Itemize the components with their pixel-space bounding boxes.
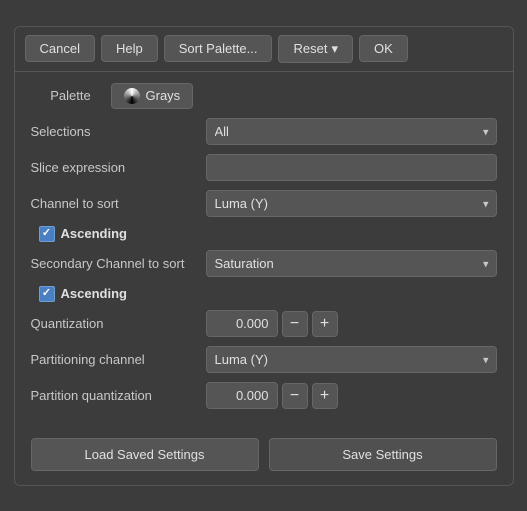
selections-select[interactable]: All None Custom bbox=[206, 118, 497, 145]
secondary-channel-label: Secondary Channel to sort bbox=[31, 256, 206, 271]
reset-label: Reset bbox=[293, 41, 327, 56]
reset-button[interactable]: Reset ▾ bbox=[278, 35, 353, 63]
ascending1-checkbox[interactable]: ✓ bbox=[39, 226, 55, 242]
partition-quantization-input[interactable] bbox=[206, 382, 278, 409]
partition-quantization-label: Partition quantization bbox=[31, 388, 206, 403]
quantization-input[interactable] bbox=[206, 310, 278, 337]
selections-select-wrap: All None Custom ▾ bbox=[206, 118, 497, 145]
toolbar: Cancel Help Sort Palette... Reset ▾ OK bbox=[15, 27, 513, 72]
ascending2-label: Ascending bbox=[61, 286, 127, 301]
quantization-label: Quantization bbox=[31, 316, 206, 331]
reset-chevron-icon: ▾ bbox=[331, 41, 338, 57]
selections-label: Selections bbox=[31, 124, 206, 139]
help-button[interactable]: Help bbox=[101, 35, 158, 62]
palette-button[interactable]: Grays bbox=[111, 83, 194, 109]
secondary-channel-select-wrap: Saturation Luma (Y) Red Green Blue Hue ▾ bbox=[206, 250, 497, 277]
ascending1-label: Ascending bbox=[61, 226, 127, 241]
footer: Load Saved Settings Save Settings bbox=[15, 428, 513, 485]
sort-palette-button[interactable]: Sort Palette... bbox=[164, 35, 273, 62]
save-settings-button[interactable]: Save Settings bbox=[269, 438, 497, 471]
ascending2-row: ✓ Ascending bbox=[39, 286, 497, 302]
form-content: Palette Grays Selections All None Custom… bbox=[15, 72, 513, 428]
partition-quantization-plus-button[interactable]: + bbox=[312, 383, 338, 409]
partitioning-channel-select[interactable]: Luma (Y) Red Green Blue Saturation Hue bbox=[206, 346, 497, 373]
ascending2-check-icon: ✓ bbox=[42, 288, 51, 299]
secondary-channel-select[interactable]: Saturation Luma (Y) Red Green Blue Hue bbox=[206, 250, 497, 277]
partitioning-channel-select-wrap: Luma (Y) Red Green Blue Saturation Hue ▾ bbox=[206, 346, 497, 373]
partition-quantization-row: Partition quantization − + bbox=[31, 382, 497, 410]
ascending1-check-icon: ✓ bbox=[42, 228, 51, 239]
palette-label: Palette bbox=[31, 88, 111, 103]
secondary-channel-row: Secondary Channel to sort Saturation Lum… bbox=[31, 250, 497, 278]
palette-value: Grays bbox=[146, 88, 181, 103]
channel-to-sort-select-wrap: Luma (Y) Red Green Blue Saturation Hue ▾ bbox=[206, 190, 497, 217]
slice-expression-input[interactable] bbox=[206, 154, 497, 181]
palette-icon bbox=[124, 88, 140, 104]
palette-row: Palette Grays bbox=[31, 82, 497, 110]
partitioning-channel-label: Partitioning channel bbox=[31, 352, 206, 367]
channel-to-sort-select[interactable]: Luma (Y) Red Green Blue Saturation Hue bbox=[206, 190, 497, 217]
quantization-plus-button[interactable]: + bbox=[312, 311, 338, 337]
quantization-row: Quantization − + bbox=[31, 310, 497, 338]
slice-expression-row: Slice expression bbox=[31, 154, 497, 182]
quantization-minus-button[interactable]: − bbox=[282, 311, 308, 337]
selections-row: Selections All None Custom ▾ bbox=[31, 118, 497, 146]
channel-to-sort-row: Channel to sort Luma (Y) Red Green Blue … bbox=[31, 190, 497, 218]
channel-to-sort-label: Channel to sort bbox=[31, 196, 206, 211]
partitioning-channel-row: Partitioning channel Luma (Y) Red Green … bbox=[31, 346, 497, 374]
load-saved-settings-button[interactable]: Load Saved Settings bbox=[31, 438, 259, 471]
partition-quantization-minus-button[interactable]: − bbox=[282, 383, 308, 409]
quantization-controls: − + bbox=[206, 310, 338, 337]
slice-expression-label: Slice expression bbox=[31, 160, 206, 175]
cancel-button[interactable]: Cancel bbox=[25, 35, 95, 62]
ascending1-row: ✓ Ascending bbox=[39, 226, 497, 242]
ascending2-checkbox[interactable]: ✓ bbox=[39, 286, 55, 302]
sort-palette-dialog: Cancel Help Sort Palette... Reset ▾ OK P… bbox=[14, 26, 514, 486]
partition-quantization-controls: − + bbox=[206, 382, 338, 409]
ok-button[interactable]: OK bbox=[359, 35, 408, 62]
